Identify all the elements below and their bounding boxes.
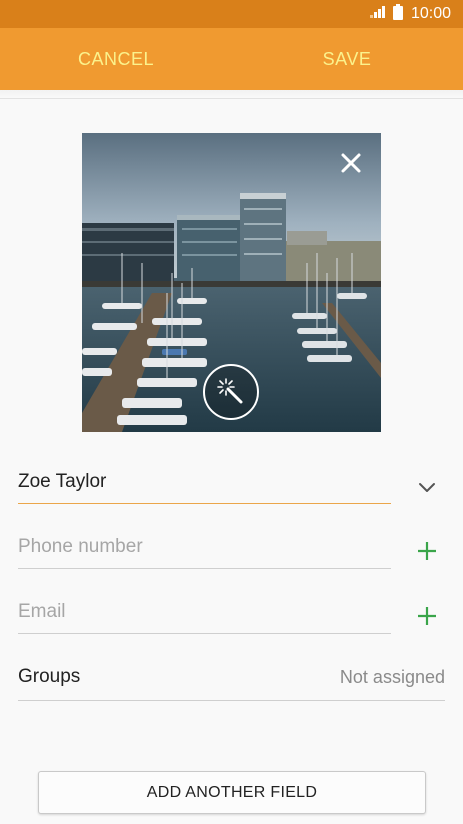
- save-button[interactable]: SAVE: [272, 28, 422, 90]
- status-time: 10:00: [410, 5, 451, 22]
- close-icon[interactable]: [335, 147, 367, 179]
- action-bar-divider: [0, 90, 463, 99]
- battery-icon: [392, 3, 403, 25]
- signal-icon: [369, 5, 385, 24]
- status-icons: 10:00: [369, 0, 451, 28]
- add-phone-plus-icon[interactable]: [416, 540, 438, 562]
- add-email-plus-icon[interactable]: [416, 605, 438, 627]
- email-field[interactable]: Email: [18, 591, 391, 634]
- name-field[interactable]: Zoe Taylor: [18, 461, 391, 504]
- cancel-button[interactable]: CANCEL: [41, 28, 191, 90]
- groups-label: Groups: [18, 666, 81, 687]
- phone-field[interactable]: Phone number: [18, 526, 391, 569]
- contact-photo[interactable]: [82, 133, 381, 432]
- action-bar: CANCEL SAVE: [0, 28, 463, 90]
- name-value: Zoe Taylor: [18, 471, 107, 492]
- phone-placeholder: Phone number: [18, 536, 143, 557]
- groups-value: Not assigned: [339, 667, 445, 687]
- email-placeholder: Email: [18, 601, 66, 622]
- chevron-down-icon[interactable]: [416, 476, 438, 498]
- status-bar: 10:00: [0, 0, 463, 28]
- magic-wand-icon[interactable]: [203, 364, 259, 420]
- groups-row[interactable]: Groups Not assigned: [18, 656, 445, 701]
- add-another-field-button[interactable]: ADD ANOTHER FIELD: [38, 771, 426, 814]
